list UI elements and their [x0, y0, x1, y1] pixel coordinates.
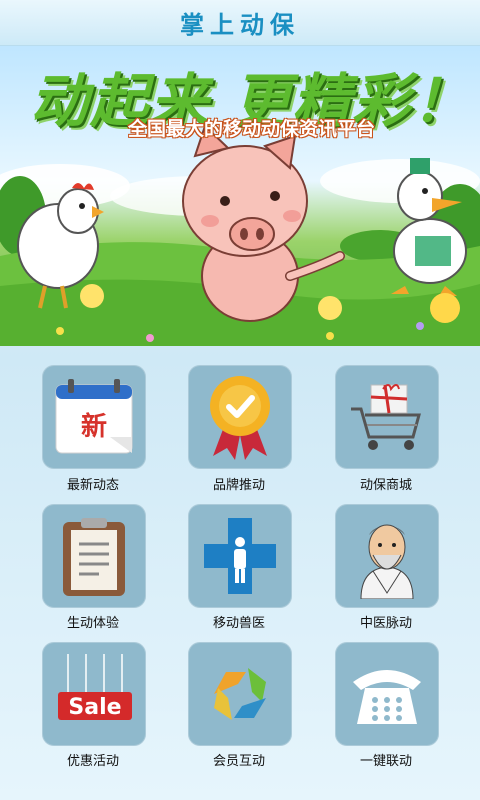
clipboard-icon — [63, 518, 125, 596]
shopping-cart-icon — [351, 384, 421, 450]
sale-sign-icon: Sale — [58, 654, 132, 720]
menu-label-mobile-vet: 移动兽医 — [212, 616, 265, 631]
menu-grid: 新 最新动态 品牌推动 动保商城 生动体验 移动兽医 中医脉动 Sale 优惠活… — [0, 346, 480, 800]
menu-item-promotions[interactable]: Sale — [42, 642, 146, 746]
menu-label-chinese-medicine: 中医脉动 — [359, 616, 412, 631]
menu-label-latest-news: 最新动态 — [66, 478, 119, 493]
menu-item-mobile-vet[interactable] — [188, 504, 292, 608]
svg-text:Sale: Sale — [68, 695, 121, 720]
medical-cross-icon — [204, 518, 276, 594]
menu-label-promotions: 优惠活动 — [66, 754, 119, 769]
menu-item-member-interaction[interactable] — [188, 642, 292, 746]
award-badge-icon — [210, 376, 270, 460]
menu-item-brand-promotion[interactable] — [188, 365, 292, 469]
menu-label-brand-promotion: 品牌推动 — [212, 478, 265, 493]
title-bar: 掌上动保 — [0, 0, 480, 46]
menu-item-one-click-contact[interactable] — [335, 642, 439, 746]
banner-tagline: 全国最大的移动动保资讯平台 — [128, 118, 376, 140]
menu-label-mall: 动保商城 — [359, 478, 412, 493]
menu-label-experience: 生动体验 — [66, 616, 119, 631]
menu-label-member-interaction: 会员互动 — [212, 754, 265, 769]
menu-item-experience[interactable] — [42, 504, 146, 608]
menu-label-one-click-contact: 一键联动 — [359, 754, 412, 769]
recycle-arrows-icon — [214, 668, 266, 720]
menu-item-mall[interactable] — [335, 365, 439, 469]
app-title: 掌上动保 — [180, 11, 300, 39]
doctor-portrait-icon — [360, 524, 414, 599]
menu-item-chinese-medicine[interactable] — [335, 504, 439, 608]
calendar-icon: 新 — [55, 379, 133, 454]
telephone-icon — [353, 670, 421, 724]
menu-item-latest-news[interactable]: 新 — [42, 365, 146, 469]
promo-banner[interactable]: 动起来 更精彩！ 全国最大的移动动保资讯平台 — [0, 46, 480, 346]
svg-text:新: 新 — [81, 411, 107, 442]
